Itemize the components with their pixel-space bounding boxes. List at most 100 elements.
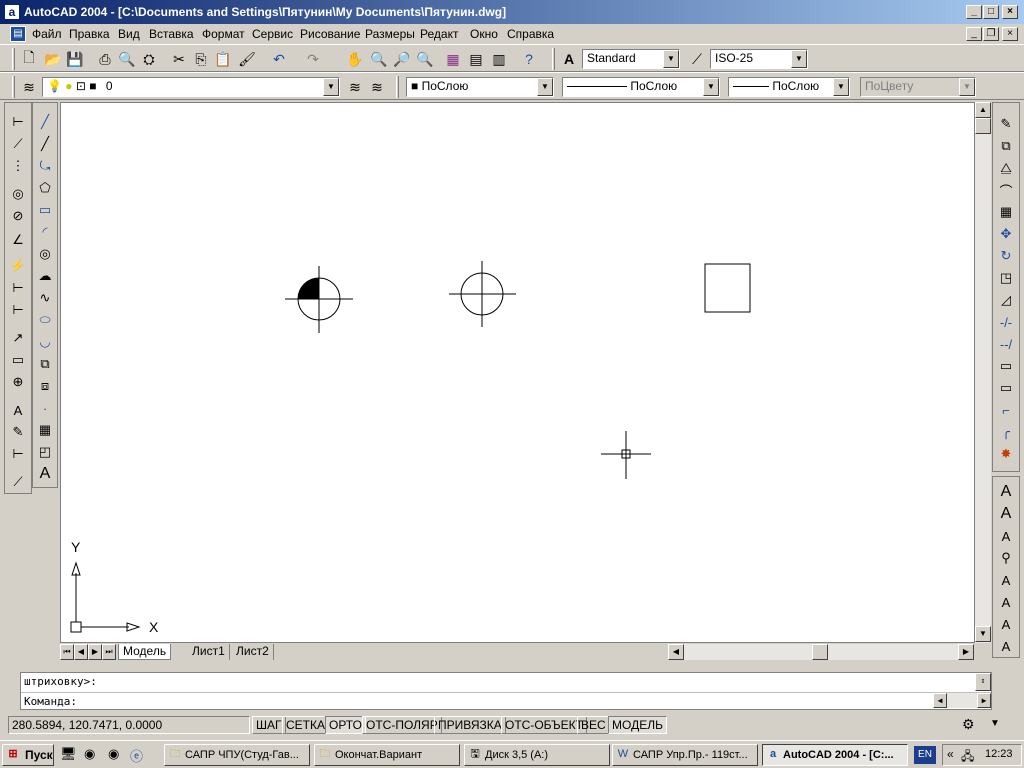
dimension-text-edit-icon[interactable]: ✎ bbox=[7, 421, 29, 443]
multiline-text-icon[interactable]: A bbox=[34, 463, 56, 485]
lineweight-select[interactable]: ПоСлою ▼ bbox=[728, 77, 850, 97]
tolerance-icon[interactable]: ▭ bbox=[7, 349, 29, 371]
pan-realtime-icon[interactable]: ✋ bbox=[344, 48, 366, 70]
chevron-down-icon[interactable]: ▼ bbox=[703, 78, 719, 96]
continue-dimension-icon[interactable]: ⊢ bbox=[7, 299, 29, 321]
ellipse-arc-icon[interactable]: ◡ bbox=[34, 331, 56, 353]
chevron-down-icon[interactable]: ▼ bbox=[323, 78, 339, 96]
radius-dimension-icon[interactable]: ◎ bbox=[7, 183, 29, 205]
status-polar[interactable]: ОТС-ПОЛЯР bbox=[362, 716, 442, 734]
status-otrack[interactable]: ОТС-ОБЪЕКТ bbox=[501, 716, 587, 734]
copy-object-icon[interactable]: ⧉ bbox=[995, 135, 1017, 157]
status-snap[interactable]: ШАГ bbox=[252, 716, 286, 734]
linetype-select[interactable]: ПоСлою ▼ bbox=[562, 77, 720, 97]
text-style-icon[interactable]: A bbox=[558, 48, 580, 70]
task-word-doc[interactable]: W САПР Упр.Пр.- 119ст... bbox=[612, 744, 758, 766]
region-icon[interactable]: ◰ bbox=[34, 441, 56, 463]
dim-style-icon[interactable]: ⟋ bbox=[686, 48, 708, 70]
spell-check-icon[interactable]: A bbox=[995, 569, 1017, 591]
menu-view[interactable]: Вид bbox=[118, 27, 140, 41]
multiline-text-tool-icon[interactable]: A bbox=[995, 481, 1017, 503]
offset-icon[interactable]: ⌒ bbox=[995, 179, 1017, 201]
scroll-up-icon[interactable]: ▲ bbox=[975, 102, 991, 118]
stretch-icon[interactable]: ◿ bbox=[995, 289, 1017, 311]
language-indicator[interactable]: EN bbox=[914, 746, 936, 764]
scroll-right-icon[interactable]: ▶ bbox=[977, 693, 991, 708]
construction-line-icon[interactable]: ╱ bbox=[34, 133, 56, 155]
status-ortho[interactable]: ОРТО bbox=[325, 716, 366, 734]
erase-icon[interactable]: ✎ bbox=[995, 113, 1017, 135]
minimize-button[interactable]: _ bbox=[966, 5, 982, 19]
undo-icon[interactable]: ↶ bbox=[268, 48, 290, 70]
task-cad-folder[interactable]: 🗀 САПР ЧПУ(Студ-Гав... bbox=[164, 744, 310, 766]
document-icon[interactable]: ▤ bbox=[10, 26, 26, 42]
aligned-dimension-icon[interactable]: ⟋ bbox=[7, 133, 29, 155]
status-menu-chevron-icon[interactable]: ▼ bbox=[990, 718, 1000, 729]
fillet-icon[interactable]: ╭ bbox=[995, 421, 1017, 443]
rectangle-icon[interactable]: ▭ bbox=[34, 199, 56, 221]
help-icon[interactable]: ? bbox=[518, 48, 540, 70]
menu-tools[interactable]: Сервис bbox=[252, 27, 293, 41]
command-scroll-icon[interactable]: ⇕ bbox=[975, 673, 991, 691]
publish-icon[interactable]: ⛭ bbox=[138, 48, 160, 70]
menu-help[interactable]: Справка bbox=[507, 27, 554, 41]
polyline-icon[interactable]: ⤿ bbox=[34, 155, 56, 177]
move-icon[interactable]: ✥ bbox=[995, 223, 1017, 245]
ordinate-dimension-icon[interactable]: ⋮ bbox=[7, 155, 29, 177]
print-preview-icon[interactable]: 🔍 bbox=[116, 48, 138, 70]
copy-icon[interactable]: ⎘ bbox=[190, 48, 212, 70]
angular-dimension-icon[interactable]: ∠ bbox=[7, 229, 29, 251]
line-icon[interactable]: ╱ bbox=[34, 111, 56, 133]
print-icon[interactable]: ⎙ bbox=[94, 48, 116, 70]
layer-previous-icon[interactable]: ≋ bbox=[366, 76, 388, 98]
zoom-previous-icon[interactable]: 🔍 bbox=[414, 48, 436, 70]
chevron-down-icon[interactable]: ▼ bbox=[791, 50, 807, 68]
zoom-window-icon[interactable]: 🔎 bbox=[391, 48, 413, 70]
drawing-canvas[interactable]: Y X bbox=[60, 102, 975, 643]
hatch-icon[interactable]: ▦ bbox=[34, 419, 56, 441]
ellipse-icon[interactable]: ⬭ bbox=[34, 309, 56, 331]
scroll-thumb[interactable] bbox=[975, 118, 991, 134]
status-osnap[interactable]: ПРИВЯЗКА bbox=[434, 716, 506, 734]
properties-icon[interactable]: ▦ bbox=[442, 48, 464, 70]
dimension-style-icon[interactable]: ⟋ bbox=[7, 471, 29, 493]
autocad-app-icon[interactable]: a bbox=[4, 4, 20, 20]
last-tab-icon[interactable]: ⏭ bbox=[102, 644, 116, 660]
color-select[interactable]: ■ ПоСлою ▼ bbox=[406, 77, 554, 97]
scroll-left-icon[interactable]: ◀ bbox=[668, 644, 684, 660]
extend-icon[interactable]: --/ bbox=[995, 333, 1017, 355]
clock[interactable]: 12:23 bbox=[985, 748, 1013, 760]
redo-icon[interactable]: ↷ bbox=[302, 48, 324, 70]
center-mark-icon[interactable]: ⊕ bbox=[7, 371, 29, 393]
command-prompt[interactable]: Команда: bbox=[24, 695, 77, 708]
mirror-icon[interactable]: ⧋ bbox=[995, 157, 1017, 179]
network-icon[interactable]: 🖧 bbox=[961, 747, 974, 768]
menu-draw[interactable]: Рисование bbox=[300, 27, 360, 41]
text-style-tool-icon[interactable]: A bbox=[995, 591, 1017, 613]
hscroll-thumb[interactable] bbox=[812, 644, 828, 660]
menu-edit[interactable]: Правка bbox=[69, 27, 110, 41]
coordinates-display[interactable]: 280.5894, 120.7471, 0.0000 bbox=[8, 716, 250, 734]
tool-palettes-icon[interactable]: ▥ bbox=[488, 48, 510, 70]
chevron-down-icon[interactable]: ▼ bbox=[663, 50, 679, 68]
status-model[interactable]: МОДЕЛЬ bbox=[608, 716, 667, 734]
spline-icon[interactable]: ∿ bbox=[34, 287, 56, 309]
dimension-update-icon[interactable]: ⊢ bbox=[7, 443, 29, 465]
doc-restore-button[interactable]: ❐ bbox=[983, 27, 999, 41]
square-shape[interactable] bbox=[704, 263, 751, 313]
communication-center-icon[interactable]: ⚙ bbox=[962, 716, 975, 733]
insert-block-icon[interactable]: ⧉ bbox=[34, 353, 56, 375]
diameter-dimension-icon[interactable]: ⊘ bbox=[7, 205, 29, 227]
task-floppy[interactable]: 🖫 Диск 3,5 (A:) bbox=[464, 744, 610, 766]
find-replace-icon[interactable]: ⚲ bbox=[995, 547, 1017, 569]
text-style-select[interactable]: Standard ▼ bbox=[582, 49, 680, 69]
scroll-down-icon[interactable]: ▼ bbox=[975, 626, 991, 642]
horizontal-scrollbar[interactable]: ◀ ▶ bbox=[668, 644, 974, 660]
prev-tab-icon[interactable]: ◀ bbox=[74, 644, 88, 660]
break-icon[interactable]: ▭ bbox=[995, 377, 1017, 399]
single-line-text-icon[interactable]: A bbox=[995, 503, 1017, 525]
trim-icon[interactable]: -/- bbox=[995, 311, 1017, 333]
command-window[interactable]: штриховку>: Команда: ⇕ ◀ ▶ bbox=[20, 672, 992, 710]
justify-text-icon[interactable]: A bbox=[995, 635, 1017, 657]
ie-icon[interactable]: ⓔ bbox=[130, 746, 143, 765]
